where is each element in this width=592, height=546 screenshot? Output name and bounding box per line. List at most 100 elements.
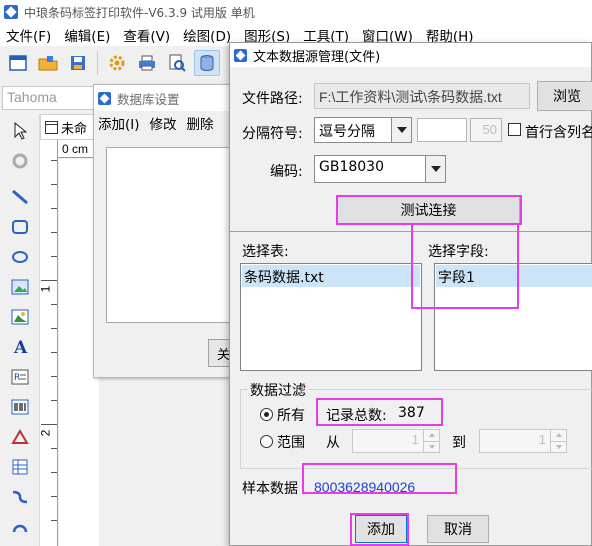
data-filter-title: 数据过滤 bbox=[248, 380, 308, 400]
first-row-header-checkbox[interactable] bbox=[508, 123, 521, 136]
separator-label: 分隔符号: bbox=[242, 126, 303, 142]
ruler-v-label-2: 2 bbox=[38, 429, 53, 437]
sample-data-value: 8003628940026 bbox=[314, 479, 416, 495]
cancel-button[interactable]: 取消 bbox=[427, 515, 489, 543]
new-file-icon[interactable] bbox=[5, 50, 31, 76]
add-button[interactable]: 添加 bbox=[355, 515, 407, 543]
text-tool-icon[interactable]: A bbox=[7, 334, 33, 360]
document-tab[interactable]: 未命 bbox=[40, 114, 100, 140]
chevron-down-icon bbox=[391, 118, 411, 142]
ruler-tick bbox=[51, 160, 57, 161]
test-connection-button[interactable]: 测试连接 bbox=[337, 195, 520, 225]
datasource-list[interactable] bbox=[106, 147, 234, 323]
print-icon[interactable] bbox=[134, 50, 160, 76]
ruler-tick bbox=[51, 352, 57, 353]
custom-separator-input[interactable] bbox=[417, 118, 467, 142]
field-list[interactable]: 字段1 bbox=[434, 263, 592, 371]
dialog-title: 文本数据源管理(文件) bbox=[253, 49, 381, 65]
spin-down-icon[interactable] bbox=[551, 442, 566, 453]
rounded-rect-tool-icon[interactable] bbox=[7, 214, 33, 240]
table-tool-icon[interactable] bbox=[7, 454, 33, 480]
print-preview-icon[interactable] bbox=[164, 50, 190, 76]
from-label: 从 bbox=[326, 435, 340, 451]
ruler-tick bbox=[41, 424, 57, 425]
app-logo-icon bbox=[98, 91, 111, 105]
db-delete-menu[interactable]: 删除 bbox=[187, 113, 214, 133]
arc-tool-icon[interactable] bbox=[7, 514, 33, 540]
ruler-tick bbox=[51, 400, 57, 401]
separator-value: 逗号分隔 bbox=[319, 124, 375, 140]
file-path-field[interactable]: F:\工作资料\测试\条码数据.txt bbox=[314, 83, 530, 109]
spin-down-icon[interactable] bbox=[424, 442, 439, 453]
ruler-h-label: 0 cm bbox=[62, 142, 89, 156]
ruler-tick bbox=[51, 376, 57, 377]
line-tool-icon[interactable] bbox=[7, 184, 33, 210]
ruler-tick bbox=[51, 256, 57, 257]
select-field-label: 选择字段: bbox=[428, 244, 489, 260]
spin-buttons[interactable] bbox=[550, 430, 566, 452]
curve-tool-icon[interactable] bbox=[7, 484, 33, 510]
table-list[interactable]: 条码数据.txt bbox=[240, 263, 422, 371]
encoding-select[interactable]: GB18030 bbox=[314, 155, 446, 183]
richtext-tool-icon[interactable]: R bbox=[7, 364, 33, 390]
database-settings-window: 数据库设置 添加(I) 修改 删除 关 bbox=[93, 84, 234, 378]
drawing-toolbox: A R bbox=[0, 114, 40, 546]
toolbar-divider bbox=[97, 51, 98, 75]
table-list-item[interactable]: 条码数据.txt bbox=[242, 265, 420, 287]
ruler-tick bbox=[51, 496, 57, 497]
dialog-titlebar: 文本数据源管理(文件) bbox=[230, 43, 591, 67]
ruler-v-label-1: 1 bbox=[38, 285, 53, 293]
spin-up-icon[interactable] bbox=[551, 430, 566, 442]
spin-buttons[interactable] bbox=[423, 430, 439, 452]
rotate-tool-icon[interactable] bbox=[7, 148, 33, 174]
first-row-header-label: 首行含列名 bbox=[525, 125, 592, 141]
barcode-tool-icon[interactable] bbox=[7, 394, 33, 420]
image-tool-icon[interactable] bbox=[7, 274, 33, 300]
text-datasource-dialog: 文本数据源管理(文件) 文件路径: F:\工作资料\测试\条码数据.txt 浏览… bbox=[229, 42, 592, 546]
db-add-menu[interactable]: 添加(I) bbox=[98, 113, 140, 133]
field-list-item[interactable]: 字段1 bbox=[436, 265, 592, 287]
encoding-label: 编码: bbox=[270, 164, 303, 180]
ruler-tick bbox=[51, 520, 57, 521]
section-divider bbox=[230, 231, 592, 232]
save-icon[interactable] bbox=[65, 50, 91, 76]
polygon-tool-icon[interactable] bbox=[7, 424, 33, 450]
to-label: 到 bbox=[452, 435, 466, 451]
ruler-tick bbox=[51, 184, 57, 185]
range-from-input[interactable]: 1 bbox=[352, 429, 440, 453]
app-titlebar: 中琅条码标签打印软件-V6.3.9 试用版 单机 bbox=[0, 0, 592, 24]
menu-view[interactable]: 查看(V) bbox=[117, 25, 177, 45]
sample-data-label: 样本数据 bbox=[242, 481, 298, 497]
select-table-label: 选择表: bbox=[242, 244, 289, 260]
ellipse-tool-icon[interactable] bbox=[7, 244, 33, 270]
range-to-input[interactable]: 1 bbox=[479, 429, 567, 453]
ruler-tick bbox=[51, 448, 57, 449]
ruler-tick bbox=[51, 208, 57, 209]
filter-range-radio[interactable] bbox=[260, 435, 273, 448]
menu-edit[interactable]: 编辑(E) bbox=[58, 25, 117, 45]
record-total-label: 记录总数: bbox=[326, 408, 387, 424]
settings-gear-icon[interactable] bbox=[104, 50, 130, 76]
separator-select[interactable]: 逗号分隔 bbox=[314, 117, 412, 143]
database-icon[interactable] bbox=[194, 50, 220, 76]
picture-tool-icon[interactable] bbox=[7, 304, 33, 330]
line-width-input[interactable]: 50 bbox=[470, 118, 502, 142]
range-to-value: 1 bbox=[538, 432, 546, 447]
menu-file[interactable]: 文件(F) bbox=[0, 25, 58, 45]
spin-up-icon[interactable] bbox=[424, 430, 439, 442]
ruler-tick bbox=[51, 232, 57, 233]
ruler-tick bbox=[51, 472, 57, 473]
font-name-select[interactable]: Tahoma bbox=[2, 86, 94, 110]
browse-button[interactable]: 浏览 bbox=[537, 81, 592, 111]
db-settings-titlebar: 数据库设置 bbox=[94, 85, 232, 111]
encoding-value: GB18030 bbox=[319, 159, 384, 175]
db-settings-title: 数据库设置 bbox=[117, 91, 180, 107]
open-folder-icon[interactable] bbox=[35, 50, 61, 76]
file-path-label: 文件路径: bbox=[242, 91, 303, 107]
filter-all-radio[interactable] bbox=[260, 408, 273, 421]
chevron-down-icon bbox=[425, 156, 445, 182]
db-edit-menu[interactable]: 修改 bbox=[150, 113, 177, 133]
pointer-tool-icon[interactable] bbox=[7, 118, 33, 144]
filter-range-label: 范围 bbox=[277, 435, 305, 451]
ruler-tick bbox=[51, 328, 57, 329]
